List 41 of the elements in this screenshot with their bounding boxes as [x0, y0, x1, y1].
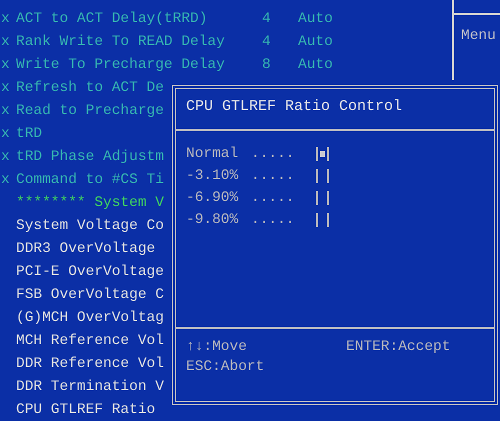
setting-label: ******** System V — [16, 194, 164, 210]
setting-label[interactable]: DDR Termination V — [16, 378, 164, 394]
dialog-title: CPU GTLREF Ratio Control — [176, 89, 494, 131]
setting-label[interactable]: FSB OverVoltage C — [16, 286, 164, 302]
setting-label[interactable]: System Voltage Co — [16, 218, 164, 234]
setting-label: Write To Precharge Delay — [16, 56, 225, 72]
setting-mode: Auto — [298, 10, 333, 26]
setting-label: tRD Phase Adjustm — [16, 148, 164, 164]
setting-label: Rank Write To READ Delay — [16, 34, 225, 50]
setting-value: 4 — [262, 10, 271, 26]
locked-marker: x — [0, 10, 11, 26]
help-panel-title: Menu — [461, 28, 496, 44]
setting-label[interactable]: CPU GTLREF Ratio — [16, 402, 156, 418]
setting-label[interactable]: (G)MCH OverVoltag — [16, 310, 164, 326]
locked-marker: x — [0, 34, 11, 50]
setting-label: Refresh to ACT De — [16, 80, 164, 96]
option-item[interactable]: -3.10% ..... — [186, 165, 484, 187]
key-hint: ESC:Abort — [186, 359, 266, 375]
locked-marker: x — [0, 148, 11, 164]
setting-label: Command to #CS Ti — [16, 172, 164, 188]
option-item[interactable]: -6.90% ..... — [186, 187, 484, 209]
setting-label: Read to Precharge — [16, 102, 164, 118]
option-item[interactable]: Normal ..... — [186, 143, 484, 165]
setting-label[interactable]: DDR3 OverVoltage — [16, 240, 156, 256]
locked-marker: x — [0, 56, 11, 72]
setting-label[interactable]: DDR Reference Vol — [16, 356, 164, 372]
locked-marker: x — [0, 172, 11, 188]
setting-label[interactable]: PCI-E OverVoltage — [16, 264, 164, 280]
setting-label[interactable]: MCH Reference Vol — [16, 332, 164, 348]
locked-marker: x — [0, 80, 11, 96]
setting-mode: Auto — [298, 56, 333, 72]
locked-marker: x — [0, 126, 11, 142]
setting-label: ACT to ACT Delay(tRRD) — [16, 10, 208, 26]
setting-value: 4 — [262, 34, 271, 50]
setting-label: tRD — [16, 126, 42, 142]
locked-marker: x — [0, 102, 11, 118]
setting-value: 8 — [262, 56, 271, 72]
option-item[interactable]: -9.80% ..... — [186, 209, 484, 231]
setting-mode: Auto — [298, 34, 333, 50]
key-hint: ENTER:Accept — [346, 339, 452, 355]
key-hint: ↑↓:Move — [186, 339, 248, 355]
